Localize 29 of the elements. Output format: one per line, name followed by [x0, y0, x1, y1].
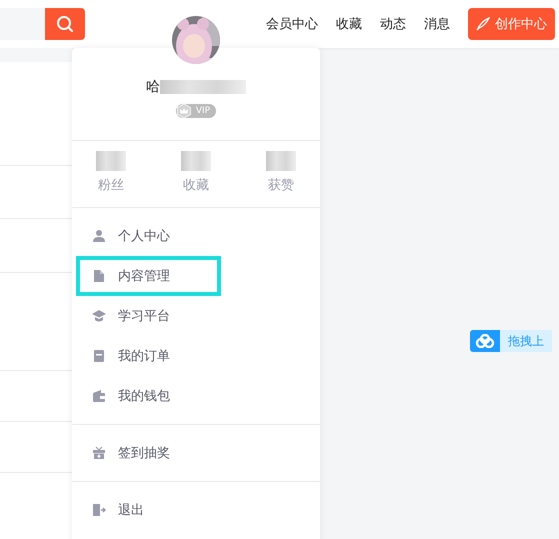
- menu-item[interactable]: 学习平台: [76, 296, 221, 336]
- wallet-icon: [92, 389, 106, 403]
- cloud-icon: [475, 334, 495, 348]
- nav-link[interactable]: 消息: [424, 15, 450, 33]
- nav-link[interactable]: 收藏: [336, 15, 362, 33]
- username: 哈: [146, 78, 160, 96]
- menu-item[interactable]: 我的钱包: [76, 376, 221, 416]
- exit-icon: [92, 503, 106, 517]
- graduation-cap-icon: [92, 309, 106, 323]
- crown-icon: [176, 103, 192, 119]
- blurred-count: [96, 151, 126, 171]
- document-icon: [92, 269, 106, 283]
- search-field[interactable]: [0, 8, 45, 40]
- menu-item[interactable]: 内容管理: [76, 256, 221, 296]
- quill-icon: [476, 17, 490, 31]
- gift-icon: [92, 446, 106, 460]
- search-icon: [56, 15, 74, 33]
- menu-item[interactable]: 个人中心: [76, 216, 221, 256]
- menu-item[interactable]: 我的订单: [76, 336, 221, 376]
- search-button[interactable]: [45, 8, 85, 40]
- blurred-count: [266, 151, 296, 171]
- nav-link[interactable]: 会员中心: [266, 15, 318, 33]
- person-icon: [92, 229, 106, 243]
- blurred-count: [181, 151, 211, 171]
- vip-badge: VIP: [176, 104, 216, 118]
- receipt-icon: [92, 349, 106, 363]
- menu-item[interactable]: 退出: [76, 490, 221, 530]
- menu-item[interactable]: 签到抽奖: [76, 433, 221, 473]
- nav-link[interactable]: 动态: [380, 15, 406, 33]
